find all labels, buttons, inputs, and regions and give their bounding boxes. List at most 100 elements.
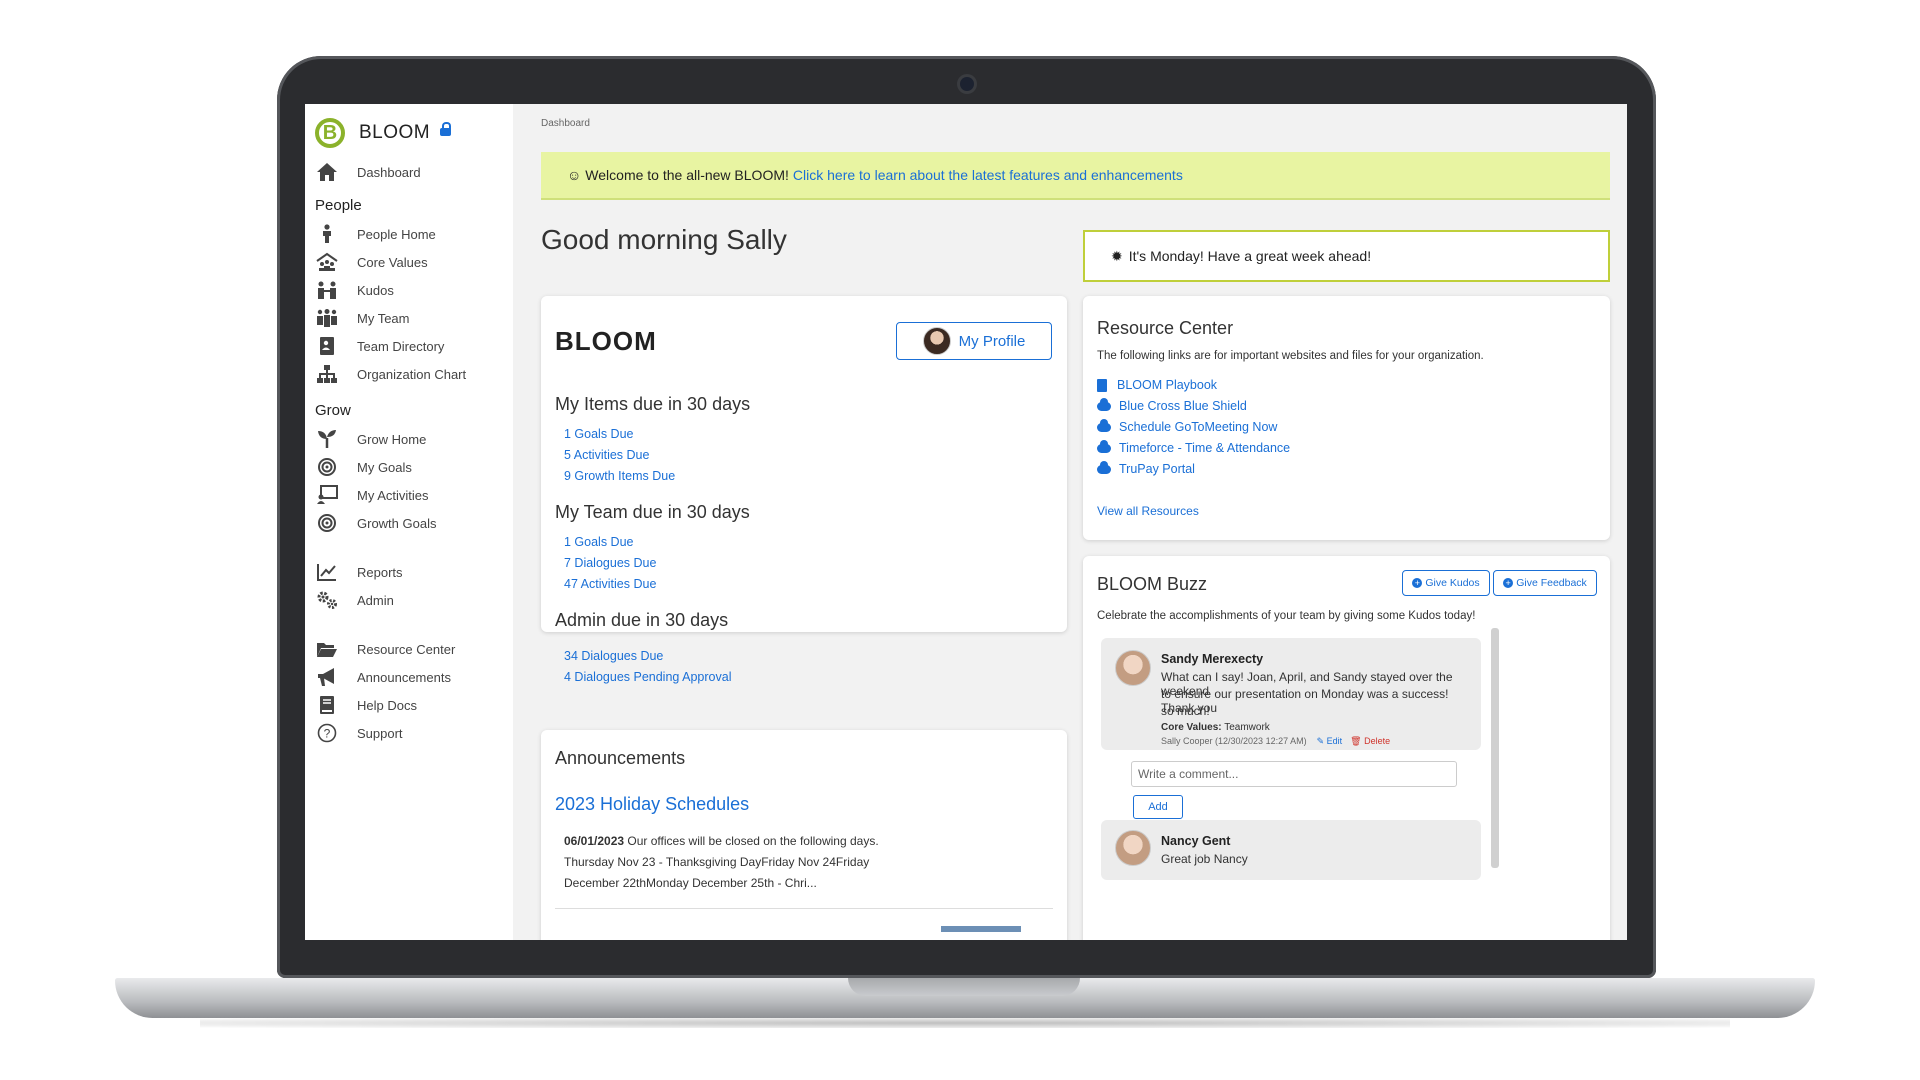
sidebar-item-growth-goals[interactable]: Growth Goals — [315, 509, 436, 537]
sidebar-item-label: Grow Home — [357, 431, 427, 447]
admin-dialogues-link[interactable]: 34 Dialogues Due — [564, 649, 663, 663]
give-kudos-button[interactable]: + Give Kudos — [1402, 570, 1490, 596]
resource-link-gotomeeting[interactable]: Schedule GoToMeeting Now — [1097, 418, 1277, 434]
give-feedback-label: Give Feedback — [1516, 577, 1587, 589]
team-activities-link[interactable]: 47 Activities Due — [564, 577, 656, 591]
org-chart-icon — [315, 362, 339, 386]
edit-link[interactable]: ✎ Edit — [1317, 736, 1343, 747]
lock-icon — [440, 122, 452, 139]
post-text: Great job Nancy — [1161, 852, 1248, 866]
announcement-date: 06/01/2023 — [564, 834, 625, 848]
my-profile-label: My Profile — [958, 332, 1026, 350]
my-profile-button[interactable]: My Profile — [896, 322, 1052, 360]
directory-icon — [315, 334, 339, 358]
sidebar-item-label: My Activities — [357, 487, 429, 503]
core-values-icon — [315, 250, 339, 274]
buzz-post: Sandy Merexecty What can I say! Joan, Ap… — [1101, 638, 1481, 750]
gears-icon — [315, 588, 339, 612]
sidebar-item-people-home[interactable]: People Home — [315, 220, 436, 248]
sidebar-item-kudos[interactable]: Kudos — [315, 276, 394, 304]
team-goals-link[interactable]: 1 Goals Due — [564, 535, 633, 549]
welcome-banner: ☺ Welcome to the all-new BLOOM! Click he… — [541, 152, 1610, 200]
sidebar-item-label: Announcements — [357, 669, 451, 685]
my-items-growth-link[interactable]: 9 Growth Items Due — [564, 469, 675, 483]
give-kudos-label: Give Kudos — [1425, 577, 1480, 589]
brand[interactable]: B BLOOM — [315, 118, 452, 148]
sidebar-item-my-team[interactable]: My Team — [315, 304, 410, 332]
app-screen: B BLOOM Dashboard People People Home Cor… — [305, 104, 1627, 940]
post-meta: Sally Cooper (12/30/2023 12:27 AM) ✎ Edi… — [1161, 736, 1390, 747]
sidebar-item-resource-center[interactable]: Resource Center — [315, 635, 455, 663]
bloom-buzz-title: BLOOM Buzz — [1097, 574, 1208, 594]
sidebar-item-reports[interactable]: Reports — [315, 558, 403, 586]
svg-text:?: ? — [324, 727, 331, 741]
sidebar-item-label: Organization Chart — [357, 366, 467, 382]
announcement-headline-link[interactable]: 2023 Holiday Schedules — [555, 794, 749, 815]
sidebar-item-organization-chart[interactable]: Organization Chart — [315, 360, 466, 388]
sidebar-item-label: My Goals — [357, 459, 412, 475]
team-dialogues-link[interactable]: 7 Dialogues Due — [564, 556, 656, 570]
sun-icon: ✹ — [1111, 247, 1123, 264]
resource-center-card: Resource Center The following links are … — [1083, 296, 1610, 540]
laptop-notch — [848, 978, 1080, 996]
person-icon — [315, 222, 339, 246]
admin-pending-link[interactable]: 4 Dialogues Pending Approval — [564, 670, 731, 684]
announcement-line1: 06/01/2023 Our offices will be closed on… — [564, 834, 879, 848]
resource-link-trupay[interactable]: TruPay Portal — [1097, 460, 1195, 476]
core-values-label: Core Values: — [1161, 722, 1222, 733]
sidebar-item-team-directory[interactable]: Team Directory — [315, 332, 444, 360]
post-meta-text: Sally Cooper (12/30/2023 12:27 AM) — [1161, 736, 1307, 746]
sidebar-item-my-activities[interactable]: My Activities — [315, 481, 429, 509]
sidebar-item-label: Growth Goals — [357, 515, 437, 531]
book-icon — [315, 693, 339, 717]
sidebar-item-grow-home[interactable]: Grow Home — [315, 425, 426, 453]
sidebar-item-label: Resource Center — [357, 641, 456, 657]
folder-open-icon — [315, 637, 339, 661]
banner-link[interactable]: Click here to learn about the latest fea… — [793, 167, 1183, 183]
give-feedback-button[interactable]: + Give Feedback — [1493, 570, 1597, 596]
my-items-title: My Items due in 30 days — [555, 394, 751, 414]
bloom-wordmark-logo: BLOOM — [555, 326, 657, 356]
add-comment-button[interactable]: Add — [1133, 795, 1183, 819]
sidebar-item-my-goals[interactable]: My Goals — [315, 453, 412, 481]
announcements-card: Announcements 2023 Holiday Schedules 06/… — [541, 730, 1067, 940]
sidebar-item-support[interactable]: ? Support — [315, 719, 403, 747]
brand-name: BLOOM — [359, 122, 431, 143]
banner-text: Welcome to the all-new BLOOM! — [585, 167, 789, 183]
cloud-icon — [1097, 397, 1111, 411]
resource-link-timeforce[interactable]: Timeforce - Time & Attendance — [1097, 439, 1290, 455]
buzz-scrollbar[interactable] — [1491, 628, 1499, 868]
document-icon — [1097, 378, 1107, 392]
daily-message-text: It's Monday! Have a great week ahead! — [1128, 248, 1372, 264]
my-items-activities-link[interactable]: 5 Activities Due — [564, 448, 649, 462]
sidebar-item-label: Admin — [357, 592, 394, 608]
delete-link[interactable]: 🗑 Delete — [1350, 736, 1390, 747]
announcement-text: Our offices will be closed on the follow… — [627, 834, 879, 848]
sidebar-item-help-docs[interactable]: Help Docs — [315, 691, 417, 719]
sidebar-item-announcements[interactable]: Announcements — [315, 663, 451, 691]
resource-link-playbook[interactable]: BLOOM Playbook — [1097, 378, 1217, 392]
sidebar-item-label: Core Values — [357, 254, 428, 270]
announcement-divider — [555, 908, 1053, 909]
resource-link-label: TruPay Portal — [1119, 462, 1195, 476]
resource-center-description: The following links are for important we… — [1097, 350, 1484, 362]
cloud-icon — [1097, 460, 1111, 474]
sidebar-item-core-values[interactable]: Core Values — [315, 248, 428, 276]
target-icon — [315, 455, 339, 479]
view-all-resources-link[interactable]: View all Resources — [1097, 504, 1199, 518]
avatar — [1115, 650, 1151, 686]
sidebar-item-label: People Home — [357, 226, 436, 242]
my-items-goals-link[interactable]: 1 Goals Due — [564, 427, 633, 441]
admin-title: Admin due in 30 days — [555, 610, 729, 630]
post-line3: so much! — [1161, 704, 1210, 718]
sidebar-item-label: Help Docs — [357, 697, 417, 713]
sidebar-item-admin[interactable]: Admin — [315, 586, 394, 614]
resource-link-bcbs[interactable]: Blue Cross Blue Shield — [1097, 397, 1247, 413]
home-icon — [315, 160, 339, 184]
buzz-description: Celebrate the accomplishments of your te… — [1097, 610, 1476, 622]
laptop-shadow — [200, 1018, 1730, 1028]
sidebar-item-dashboard[interactable]: Dashboard — [315, 158, 421, 186]
resource-center-title: Resource Center — [1097, 318, 1234, 338]
breadcrumb[interactable]: Dashboard — [541, 118, 590, 129]
comment-input[interactable]: Write a comment... — [1131, 761, 1457, 787]
